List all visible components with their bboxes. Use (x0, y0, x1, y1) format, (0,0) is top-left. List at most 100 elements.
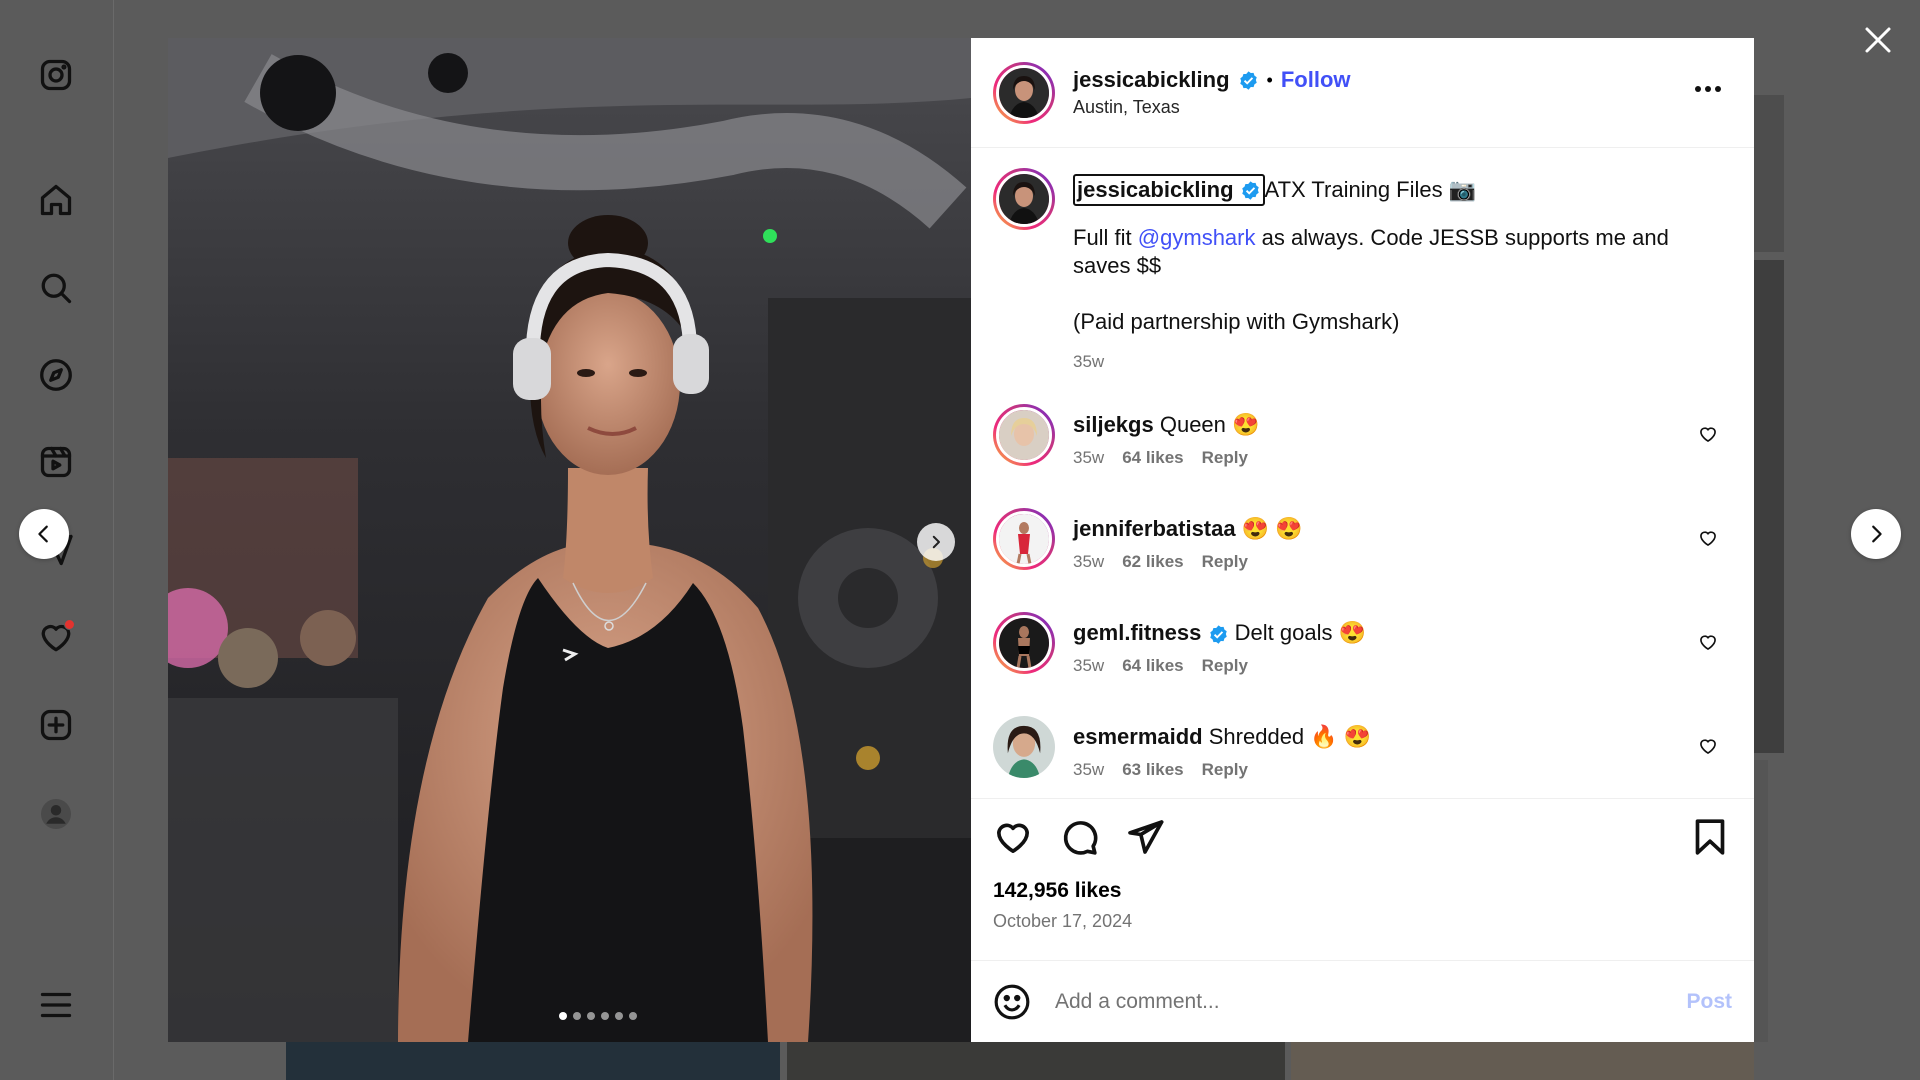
more-horizontal-icon (1695, 86, 1721, 92)
background-tile (286, 1042, 780, 1080)
notification-dot (64, 619, 75, 630)
post-caption: jessicabickling ATX Training Files 📷 Full… (993, 168, 1732, 376)
create-icon[interactable] (36, 705, 76, 745)
background-tile (787, 1042, 1285, 1080)
caption-username-text: jessicabickling (1077, 177, 1234, 202)
comment-avatar[interactable] (993, 404, 1055, 466)
smiley-icon (994, 984, 1030, 1019)
comment-like-button[interactable] (1698, 528, 1718, 548)
pagination-dot (628, 1012, 637, 1020)
comment-time[interactable]: 35w (1073, 656, 1104, 676)
post-photo (168, 38, 971, 1042)
profile-icon[interactable] (36, 794, 76, 834)
caption-title: ATX Training Files 📷 (1264, 177, 1477, 202)
post-location[interactable]: Austin, Texas (1073, 97, 1351, 118)
close-icon (1865, 27, 1891, 53)
chevron-left-icon (38, 525, 48, 543)
comment-item: jenniferbatistaa 😍 😍 35w 62 likes Reply (993, 508, 1732, 586)
caption-text: Full fit (1073, 225, 1138, 250)
comment-time[interactable]: 35w (1073, 448, 1104, 468)
reply-button[interactable]: Reply (1202, 552, 1248, 572)
heart-icon (1700, 427, 1716, 443)
comment-text: Queen 😍 (1159, 412, 1260, 437)
next-post-button[interactable] (1851, 509, 1901, 559)
comment-item: geml.fitness Delt goals 😍 35w 64 likes Rep… (993, 612, 1732, 690)
comment-username[interactable]: esmermaidd (1073, 724, 1203, 749)
author-avatar[interactable] (993, 61, 1055, 124)
pagination-dot (586, 1012, 595, 1020)
post-panel: jessicabickling • Follow Austin, Texas j… (971, 38, 1754, 1042)
post-modal: jessicabickling • Follow Austin, Texas j… (168, 38, 1754, 1042)
reels-icon[interactable] (36, 442, 76, 482)
separator-dot: • (1266, 69, 1273, 90)
post-date[interactable]: October 17, 2024 (993, 911, 1732, 932)
background-tile (1291, 1042, 1754, 1080)
heart-icon[interactable] (36, 617, 76, 657)
comment-text: 😍 😍 (1241, 516, 1303, 541)
post-media (168, 38, 971, 1042)
chevron-right-icon (932, 535, 940, 549)
comment-avatar[interactable] (993, 716, 1055, 778)
bookmark-icon (1695, 819, 1725, 855)
follow-button[interactable]: Follow (1281, 67, 1351, 93)
comment-text: Delt goals 😍 (1234, 620, 1366, 645)
home-icon[interactable] (36, 180, 76, 220)
share-button[interactable] (1125, 817, 1165, 857)
background-tile (1754, 760, 1768, 1042)
send-icon (1128, 820, 1164, 854)
media-pagination (168, 1012, 971, 1020)
comment-username[interactable]: geml.fitness (1073, 620, 1201, 645)
search-icon[interactable] (36, 268, 76, 308)
comment-icon (1063, 821, 1098, 855)
reply-button[interactable]: Reply (1202, 448, 1248, 468)
verified-badge-icon (1209, 625, 1227, 644)
comment-username[interactable]: siljekgs (1073, 412, 1154, 437)
verified-badge-icon (1241, 180, 1259, 200)
emoji-button[interactable] (993, 983, 1031, 1021)
comment-username[interactable]: jenniferbatistaa (1073, 516, 1236, 541)
heart-icon (1700, 739, 1716, 755)
more-options-button[interactable] (1694, 80, 1722, 98)
comment-input[interactable] (1055, 989, 1687, 1014)
comment-avatar[interactable] (993, 508, 1055, 570)
previous-post-button[interactable] (19, 509, 69, 559)
heart-icon (1700, 531, 1716, 547)
heart-icon (997, 823, 1029, 853)
comment-text: Shredded 🔥 😍 (1208, 724, 1372, 749)
background-tile (1754, 260, 1784, 753)
menu-icon[interactable] (36, 985, 76, 1025)
explore-icon[interactable] (36, 355, 76, 395)
comment-avatar[interactable] (993, 612, 1055, 674)
verified-badge-icon (1239, 70, 1257, 90)
comment-time[interactable]: 35w (1073, 552, 1104, 572)
close-button[interactable] (1862, 24, 1894, 56)
comment-likes[interactable]: 62 likes (1122, 552, 1183, 572)
save-button[interactable] (1690, 817, 1730, 857)
media-next-button[interactable] (917, 523, 955, 561)
like-button[interactable] (993, 817, 1033, 857)
reply-button[interactable]: Reply (1202, 656, 1248, 676)
reply-button[interactable]: Reply (1202, 760, 1248, 780)
comment-like-button[interactable] (1698, 424, 1718, 444)
comment-likes[interactable]: 64 likes (1122, 448, 1183, 468)
caption-username[interactable]: jessicabickling (1073, 174, 1265, 206)
instagram-icon[interactable] (36, 55, 76, 95)
comments-section: jessicabickling ATX Training Files 📷 Full… (971, 148, 1754, 798)
add-comment-bar: Post (971, 960, 1754, 1042)
comment-likes[interactable]: 63 likes (1122, 760, 1183, 780)
author-username[interactable]: jessicabickling (1073, 67, 1230, 93)
comment-likes[interactable]: 64 likes (1122, 656, 1183, 676)
comment-like-button[interactable] (1698, 632, 1718, 652)
likes-count[interactable]: 142,956 likes (993, 879, 1732, 903)
heart-icon (1700, 635, 1716, 651)
caption-partnership: (Paid partnership with Gymshark) (1073, 309, 1400, 334)
caption-time[interactable]: 35w (1073, 348, 1713, 376)
comment-like-button[interactable] (1698, 736, 1718, 756)
comment-time[interactable]: 35w (1073, 760, 1104, 780)
post-comment-button[interactable]: Post (1686, 990, 1732, 1014)
caption-paragraph: Full fit @gymshark as always. Code JESSB… (1073, 224, 1713, 280)
comment-button[interactable] (1059, 817, 1099, 857)
caption-avatar[interactable] (993, 168, 1055, 230)
background-tile (1754, 95, 1784, 252)
gymshark-mention-link[interactable]: @gymshark (1138, 225, 1256, 250)
